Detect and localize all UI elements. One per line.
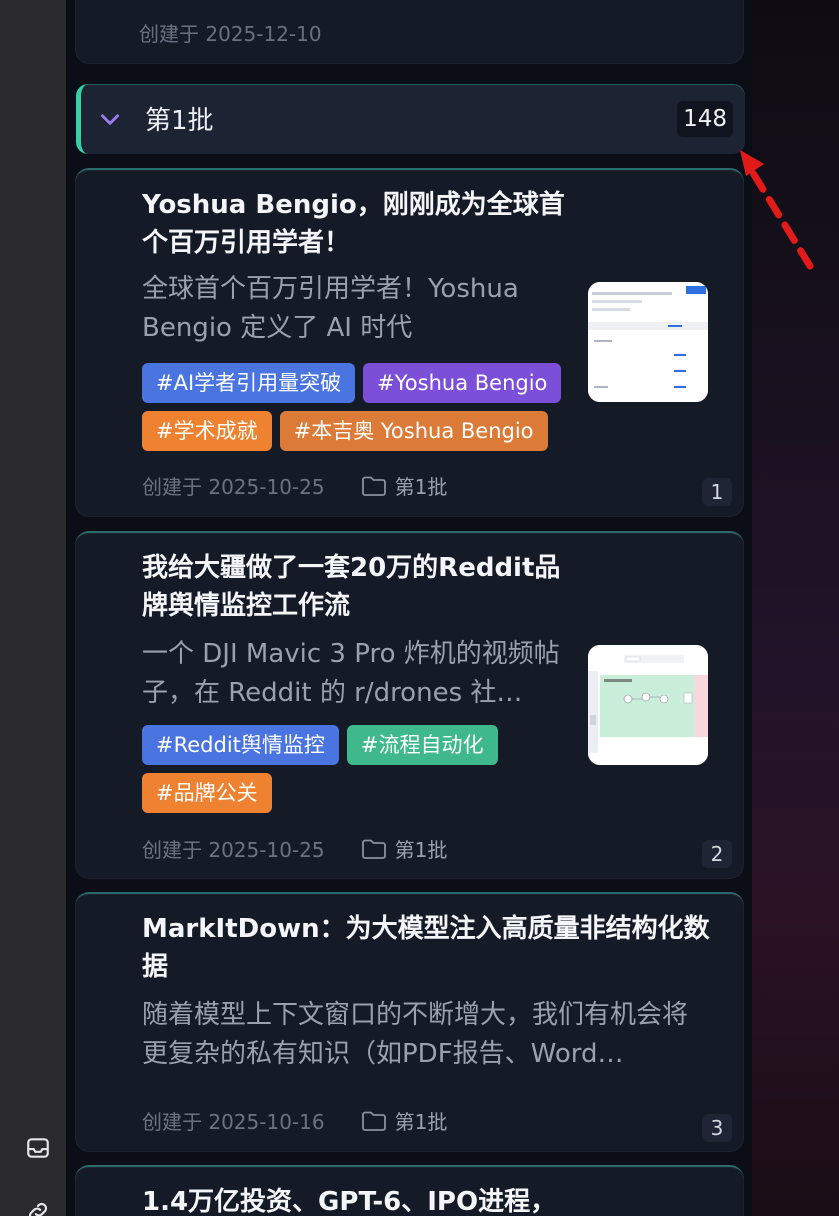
tag[interactable]: #学术成就 — [142, 411, 272, 451]
folder-icon — [361, 1111, 386, 1131]
card-batch[interactable]: 第1批 — [395, 471, 448, 500]
card-batch[interactable]: 第1批 — [395, 1106, 448, 1135]
card-title: 我给大疆做了一套20万的Reddit品牌舆情监控工作流 — [142, 553, 561, 621]
article-card[interactable]: Yoshua Bengio，刚刚成为全球首个百万引用学者！ 全球首个百万引用学者… — [75, 168, 744, 517]
tag[interactable]: #流程自动化 — [346, 725, 498, 765]
folder-icon — [361, 476, 386, 496]
card-meta: 创建于 2025-10-16 第1批 — [142, 1106, 447, 1135]
card-index-badge: 2 — [702, 840, 732, 868]
tag-list: #AI学者引用量突破 #Yoshua Bengio #学术成就 #本吉奥 Yos… — [142, 363, 582, 451]
link-icon[interactable] — [22, 1196, 54, 1216]
card-thumbnail[interactable] — [588, 282, 708, 402]
card-batch[interactable]: 第1批 — [395, 834, 448, 863]
card-title: Yoshua Bengio，刚刚成为全球首个百万引用学者！ — [142, 190, 565, 258]
tag[interactable]: #AI学者引用量突破 — [142, 363, 356, 403]
card-summary: 随着模型上下文窗口的不断增大，我们有机会将更复杂的私有知识（如PDF报告、Wor… — [142, 1000, 689, 1069]
annotation-arrow-icon — [740, 150, 814, 270]
card-index-badge: 1 — [702, 478, 732, 506]
card-date: 创建于 2025-10-16 — [142, 1110, 325, 1134]
card-date: 创建于 2025-12-10 — [139, 22, 322, 46]
group-title: 第1批 — [145, 106, 214, 136]
tag[interactable]: #本吉奥 Yoshua Bengio — [279, 411, 548, 451]
article-card-previous[interactable]: 创建于 2025-12-10 — [75, 0, 744, 64]
card-title: MarkItDown：为大模型注入高质量非结构化数据 — [142, 914, 710, 982]
chevron-down-icon[interactable] — [97, 106, 123, 132]
card-meta: 创建于 2025-10-25 第1批 — [142, 834, 447, 863]
card-index-badge: 3 — [702, 1114, 732, 1142]
tag[interactable]: #Yoshua Bengio — [363, 363, 562, 403]
group-header[interactable]: 第1批 148 — [76, 84, 745, 154]
tag[interactable]: #Reddit舆情监控 — [142, 725, 339, 765]
inbox-icon[interactable] — [22, 1132, 54, 1164]
card-meta: 创建于 2025-10-25 第1批 — [142, 471, 447, 500]
article-card[interactable]: 1.4万亿投资、GPT-6、IPO进程， — [75, 1165, 744, 1216]
card-summary: 全球首个百万引用学者！Yoshua Bengio 定义了 AI 时代 — [142, 274, 519, 343]
group-count-badge: 148 — [677, 101, 733, 137]
card-thumbnail[interactable] — [588, 645, 708, 765]
left-rail — [0, 0, 66, 1216]
card-date: 创建于 2025-10-25 — [142, 838, 325, 862]
folder-icon — [361, 839, 386, 859]
article-card[interactable]: MarkItDown：为大模型注入高质量非结构化数据 随着模型上下文窗口的不断增… — [75, 892, 744, 1152]
card-title: 1.4万亿投资、GPT-6、IPO进程， — [142, 1187, 557, 1216]
tag-list: #Reddit舆情监控 #流程自动化 #品牌公关 — [142, 725, 582, 813]
article-card[interactable]: 我给大疆做了一套20万的Reddit品牌舆情监控工作流 一个 DJI Mavic… — [75, 531, 744, 879]
article-list: 创建于 2025-12-10 第1批 148 Yoshua Bengio，刚刚成… — [66, 0, 752, 1216]
card-date: 创建于 2025-10-25 — [142, 475, 325, 499]
tag[interactable]: #品牌公关 — [142, 773, 272, 813]
card-summary: 一个 DJI Mavic 3 Pro 炸机的视频帖子，在 Reddit 的 r/… — [142, 639, 560, 708]
